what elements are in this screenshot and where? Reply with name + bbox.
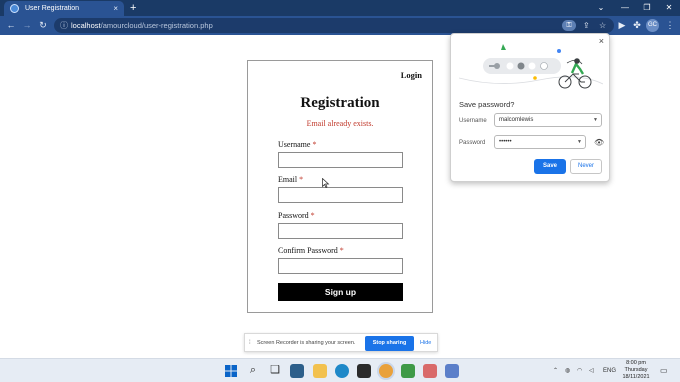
- app-icon[interactable]: [423, 364, 437, 378]
- sign-up-button[interactable]: Sign up: [278, 283, 403, 301]
- stop-sharing-button[interactable]: Stop sharing: [365, 336, 414, 351]
- store-icon[interactable]: [357, 364, 371, 378]
- extensions-puzzle-icon[interactable]: ✤: [630, 16, 644, 35]
- eye-icon[interactable]: 👁: [594, 138, 604, 147]
- back-icon[interactable]: ←: [4, 16, 18, 35]
- desktop: User Registration × + ⌄ — ❐ ✕ ← → ↻ ⓘ lo…: [0, 0, 680, 382]
- password-field[interactable]: [278, 223, 403, 239]
- sharing-status-text: Screen Recorder is sharing your screen.: [257, 340, 356, 346]
- username-label: Username: [459, 118, 487, 124]
- confirm-password-label: Confirm Password *: [278, 246, 344, 255]
- restore-button[interactable]: ❐: [638, 0, 656, 16]
- windows-start-icon[interactable]: [225, 365, 237, 377]
- browser-tab-bar: User Registration × + ⌄ — ❐ ✕: [0, 0, 680, 16]
- app-icon[interactable]: [401, 364, 415, 378]
- bookmark-star-icon[interactable]: ☆: [599, 18, 606, 33]
- globe-icon: [10, 4, 19, 13]
- password-value: ••••••: [499, 139, 512, 145]
- required-marker: *: [312, 140, 317, 149]
- tab-close-icon[interactable]: ×: [113, 4, 118, 13]
- task-view-icon[interactable]: ❑: [268, 363, 282, 377]
- app-icon[interactable]: [445, 364, 459, 378]
- forward-icon[interactable]: →: [20, 16, 34, 35]
- login-link[interactable]: Login: [401, 70, 422, 80]
- username-label: Username *: [278, 140, 316, 149]
- required-marker: *: [310, 211, 315, 220]
- volume-icon[interactable]: ◁: [589, 359, 594, 382]
- password-label-text: Password: [278, 211, 309, 220]
- info-icon[interactable]: ⓘ: [60, 18, 68, 33]
- file-explorer-icon[interactable]: [313, 364, 327, 378]
- password-label: Password *: [278, 211, 315, 220]
- share-icon[interactable]: ⇪: [583, 18, 590, 33]
- mouse-cursor-icon: [322, 178, 330, 188]
- chevron-up-icon[interactable]: ⌃: [553, 359, 558, 382]
- chrome-browser-icon[interactable]: [379, 364, 393, 378]
- registration-form: Login Registration Email already exists.…: [247, 60, 433, 313]
- reload-icon[interactable]: ↻: [36, 16, 50, 35]
- email-label: Email *: [278, 175, 303, 184]
- key-icon[interactable]: ⚿: [562, 20, 576, 31]
- avatar[interactable]: GC: [646, 19, 659, 32]
- dialog-title: Save password?: [459, 100, 515, 109]
- widgets-icon[interactable]: [290, 364, 304, 378]
- tray-app-icon[interactable]: ◍: [565, 359, 570, 382]
- url-path: /amourcloud/user-registration.php: [100, 21, 213, 30]
- address-bar[interactable]: ⓘ localhost/amourcloud/user-registration…: [54, 18, 614, 33]
- username-select[interactable]: malcomlewis ▼: [494, 113, 602, 127]
- required-marker: *: [299, 175, 304, 184]
- taskbar: ⌕ ❑ ⌃ ◍ ◠ ◁ ENG 8:00 pm Thursday 18/11/2…: [0, 358, 680, 382]
- password-select[interactable]: •••••• ▼: [494, 135, 586, 149]
- save-password-dialog: × Save password? Username malcomlewis ▼: [450, 33, 610, 182]
- never-button[interactable]: Never: [570, 159, 602, 174]
- email-label-text: Email: [278, 175, 298, 184]
- tab-search-icon[interactable]: ⌄: [592, 0, 610, 16]
- new-tab-button[interactable]: +: [130, 1, 136, 15]
- username-value: malcomlewis: [499, 117, 534, 123]
- tab-title: User Registration: [25, 5, 80, 12]
- url-text[interactable]: localhost/amourcloud/user-registration.p…: [71, 18, 213, 33]
- minimize-button[interactable]: —: [616, 0, 634, 16]
- password-label: Password: [459, 140, 486, 146]
- clock[interactable]: 8:00 pm Thursday 18/11/2021: [618, 360, 654, 381]
- browser-tab[interactable]: User Registration ×: [4, 1, 124, 16]
- language-indicator[interactable]: ENG: [603, 359, 616, 382]
- required-marker: *: [339, 246, 344, 255]
- username-label-text: Username: [278, 140, 311, 149]
- clock-time: 8:00 pm: [626, 360, 646, 366]
- url-host: localhost: [71, 21, 101, 30]
- notifications-icon[interactable]: ▭: [660, 359, 668, 382]
- confirm-password-field[interactable]: [278, 258, 403, 274]
- edge-browser-icon[interactable]: [335, 364, 349, 378]
- clock-date: 18/11/2021: [622, 374, 650, 380]
- dropdown-caret-icon: ▼: [593, 117, 598, 123]
- username-field[interactable]: [278, 152, 403, 168]
- password-illustration: [459, 44, 603, 89]
- save-button[interactable]: Save: [534, 159, 566, 174]
- close-window-button[interactable]: ✕: [660, 0, 678, 16]
- error-message: Email already exists.: [306, 119, 374, 128]
- clock-day: Thursday: [624, 367, 648, 373]
- menu-kebab-icon[interactable]: ⋮: [663, 16, 677, 35]
- screen-recorder-icon[interactable]: ▶: [615, 16, 629, 35]
- wifi-icon[interactable]: ◠: [577, 359, 582, 382]
- drag-handle-icon[interactable]: ⁞: [249, 334, 251, 353]
- hide-button[interactable]: Hide: [420, 334, 431, 353]
- email-field[interactable]: [278, 187, 403, 203]
- screen-sharing-bar: ⁞ Screen Recorder is sharing your screen…: [244, 333, 438, 352]
- search-icon[interactable]: ⌕: [246, 363, 260, 377]
- dropdown-caret-icon: ▼: [577, 139, 582, 145]
- page-title: Registration: [300, 95, 380, 111]
- confirm-password-label-text: Confirm Password: [278, 246, 338, 255]
